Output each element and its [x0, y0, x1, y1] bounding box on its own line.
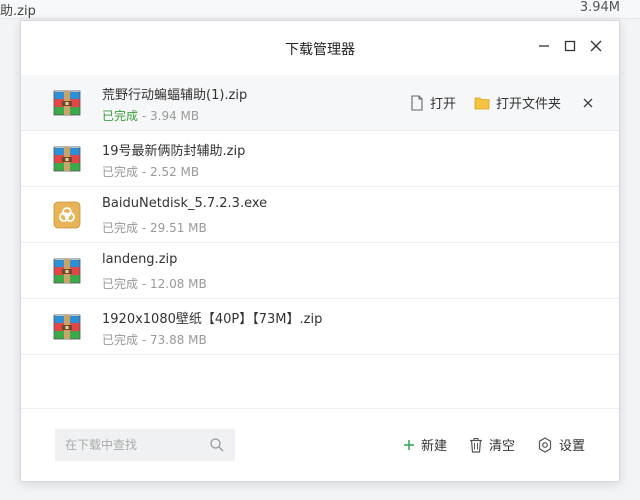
zip-archive-icon [53, 146, 81, 172]
file-size: 73.88 MB [150, 333, 207, 347]
file-icon [411, 94, 423, 111]
file-name[interactable]: landeng.zip [102, 252, 177, 267]
file-size: 3.94 MB [150, 109, 200, 123]
baidu-netdisk-exe-icon [53, 201, 81, 229]
file-status: 已完成 - 12.08 MB [102, 275, 207, 292]
file-name[interactable]: 1920x1080壁纸【40P】【73M】.zip [102, 308, 322, 327]
minimize-icon [539, 45, 549, 47]
search-input[interactable] [55, 429, 215, 461]
open-folder-button[interactable]: 打开文件夹 [474, 93, 561, 112]
file-size: 12.08 MB [150, 277, 207, 291]
status-separator: - [141, 109, 150, 123]
status-text: 已完成 [102, 333, 139, 347]
download-row[interactable]: 荒野行动蝙蝠辅助(1).zip 已完成 - 3.94 MB 打开 打开文件夹 [21, 75, 619, 131]
background-window-strip: 助.zip 3.94M [0, 0, 640, 19]
download-row[interactable]: landeng.zip 已完成 - 12.08 MB [21, 243, 619, 299]
open-file-button[interactable]: 打开 [410, 93, 456, 112]
new-download-button[interactable]: 新建 [403, 435, 447, 454]
background-file-size: 3.94M [579, 0, 620, 15]
file-status: 已完成 - 29.51 MB [102, 219, 207, 236]
search-icon[interactable] [209, 437, 225, 453]
status-separator: - [141, 221, 150, 235]
gear-icon [538, 436, 552, 453]
file-status: 已完成 - 2.52 MB [102, 163, 199, 180]
settings-label: 设置 [558, 439, 585, 454]
plus-icon [403, 439, 414, 450]
new-label: 新建 [420, 439, 447, 454]
search-box [55, 429, 235, 461]
file-status: 已完成 - 73.88 MB [102, 331, 207, 348]
status-separator: - [141, 333, 150, 347]
zip-archive-icon [53, 90, 81, 116]
file-size: 2.52 MB [150, 165, 200, 179]
open-folder-label: 打开文件夹 [495, 97, 561, 112]
background-file-name: 助.zip [0, 4, 36, 19]
folder-icon [474, 97, 490, 109]
download-row[interactable]: 19号最新俩防封辅助.zip 已完成 - 2.52 MB [21, 131, 619, 187]
download-row[interactable]: 1920x1080壁纸【40P】【73M】.zip 已完成 - 73.88 MB [21, 299, 619, 355]
footer-actions: 新建 清空 设置 [381, 435, 585, 454]
row-actions: 打开 打开文件夹 [392, 93, 599, 112]
clear-label: 清空 [488, 439, 515, 454]
dialog-footer: 新建 清空 设置 [21, 408, 619, 481]
status-separator: - [141, 165, 150, 179]
status-text: 已完成 [102, 221, 139, 235]
window-controls [531, 33, 609, 59]
clear-list-button[interactable]: 清空 [469, 435, 515, 454]
zip-archive-icon [53, 314, 81, 340]
status-text: 已完成 [102, 109, 139, 123]
close-icon [583, 98, 593, 107]
file-name[interactable]: 19号最新俩防封辅助.zip [102, 140, 245, 159]
download-list: 荒野行动蝙蝠辅助(1).zip 已完成 - 3.94 MB 打开 打开文件夹 1… [21, 75, 619, 355]
trash-icon [469, 437, 482, 453]
maximize-icon [564, 40, 576, 52]
open-label: 打开 [429, 97, 456, 112]
download-manager-dialog: 下载管理器 荒野行动蝙蝠辅助(1).zip 已完成 - 3.94 MB 打开 打… [20, 20, 620, 482]
maximize-button[interactable] [557, 33, 583, 59]
status-text: 已完成 [102, 165, 139, 179]
file-status: 已完成 - 3.94 MB [102, 107, 199, 124]
close-icon [590, 40, 602, 52]
file-size: 29.51 MB [150, 221, 207, 235]
zip-archive-icon [53, 258, 81, 284]
download-row[interactable]: BaiduNetdisk_5.7.2.3.exe 已完成 - 29.51 MB [21, 187, 619, 243]
status-separator: - [141, 277, 150, 291]
file-name[interactable]: 荒野行动蝙蝠辅助(1).zip [102, 84, 247, 103]
minimize-button[interactable] [531, 33, 557, 59]
status-text: 已完成 [102, 277, 139, 291]
file-name[interactable]: BaiduNetdisk_5.7.2.3.exe [102, 196, 267, 211]
settings-button[interactable]: 设置 [537, 435, 585, 454]
dialog-title: 下载管理器 [285, 42, 355, 58]
close-window-button[interactable] [583, 33, 609, 59]
remove-row-button[interactable] [583, 98, 599, 108]
dialog-titlebar: 下载管理器 [21, 21, 619, 75]
